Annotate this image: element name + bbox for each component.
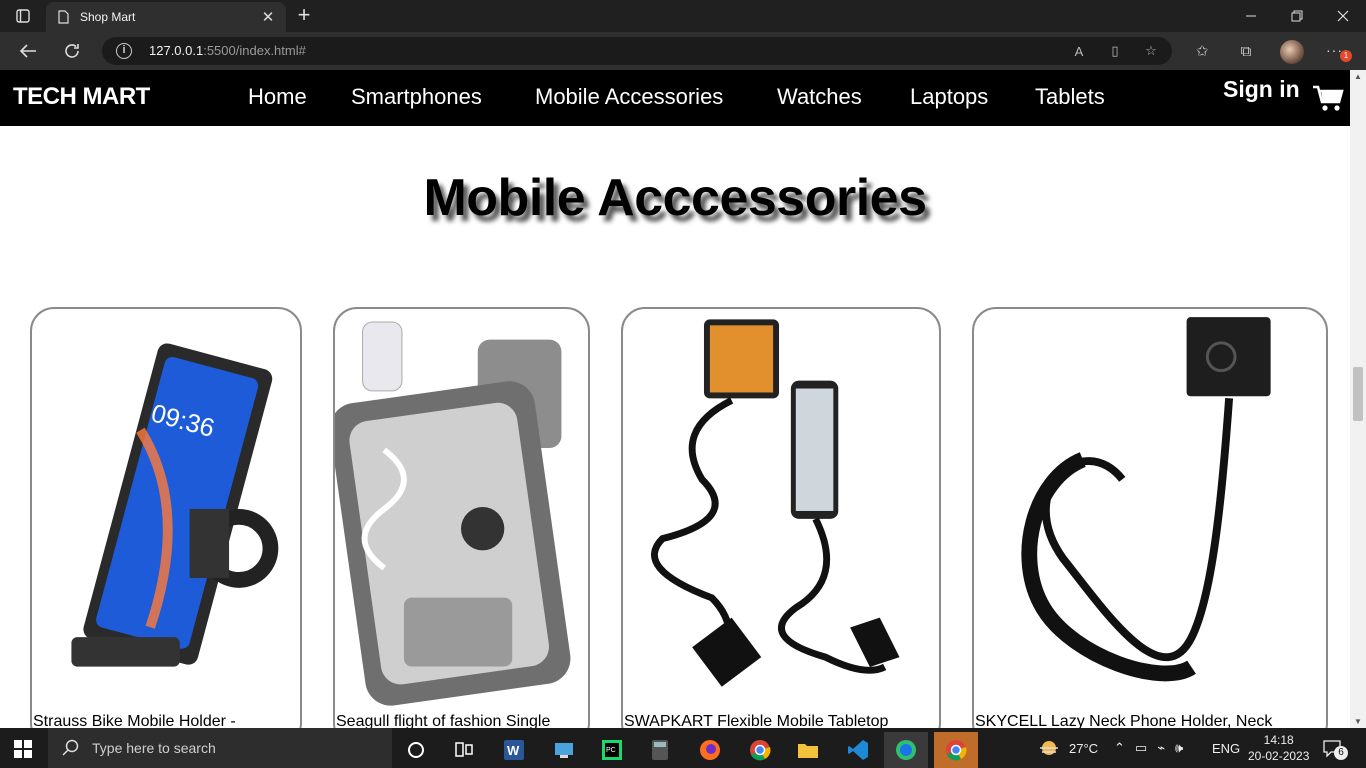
close-tab-icon[interactable]: ✕ <box>260 8 276 26</box>
taskbar-search[interactable]: Type here to search <box>48 728 392 768</box>
refresh-icon[interactable] <box>60 39 84 63</box>
site-logo[interactable]: TECH MART <box>13 83 150 111</box>
browser-tab[interactable]: Shop Mart ✕ <box>46 2 286 32</box>
site-navbar: TECH MART Home Smartphones Mobile Access… <box>0 70 1350 126</box>
collections-icon[interactable]: ⧉ <box>1236 41 1256 61</box>
url-text[interactable]: 127.0.0.1:5500/index.html# <box>149 43 306 58</box>
product-name[interactable]: Strauss Bike Mobile Holder - <box>33 713 236 728</box>
back-icon[interactable] <box>16 39 40 63</box>
nav-mobile-accessories[interactable]: Mobile Accessories <box>535 84 723 110</box>
clock-date: 20-02-2023 <box>1248 749 1310 763</box>
system-tray-icons[interactable]: ⌃ ▭ ⌁ 🕪 <box>1114 728 1183 768</box>
nav-home[interactable]: Home <box>248 84 307 110</box>
favorites-icon[interactable]: ✩ <box>1192 41 1212 61</box>
vscode-icon[interactable] <box>836 732 880 768</box>
product-name[interactable]: Seagull flight of fashion Single <box>336 713 550 728</box>
add-favorite-icon[interactable]: ☆ <box>1142 42 1160 60</box>
product-card[interactable]: SKYCELL Lazy Neck Phone Holder, Neck <box>972 307 1328 728</box>
product-image: 09:36 <box>71 343 279 667</box>
calculator-icon[interactable] <box>638 732 682 768</box>
nav-smartphones[interactable]: Smartphones <box>351 84 482 110</box>
reader-view-icon[interactable]: ▯ <box>1106 42 1124 60</box>
file-explorer-icon[interactable] <box>786 732 830 768</box>
word-icon[interactable]: W <box>492 732 536 768</box>
notification-count: 6 <box>1334 746 1348 760</box>
product-image <box>651 319 900 687</box>
battery-icon[interactable]: ▭ <box>1135 740 1147 756</box>
tab-title: Shop Mart <box>80 10 136 24</box>
product-name[interactable]: SKYCELL Lazy Neck Phone Holder, Neck <box>975 713 1272 728</box>
notification-badge: 1 <box>1340 50 1352 62</box>
firefox-icon[interactable] <box>688 732 732 768</box>
svg-text:W: W <box>507 743 520 758</box>
page-scrollbar[interactable]: ▲ ▼ <box>1350 70 1366 728</box>
chevron-up-icon[interactable]: ⌃ <box>1114 740 1125 756</box>
site-info-icon[interactable]: i <box>116 43 132 59</box>
product-image <box>335 321 571 706</box>
tab-actions-icon[interactable] <box>8 6 38 26</box>
search-placeholder: Type here to search <box>92 740 216 756</box>
svg-text:PC: PC <box>606 747 616 754</box>
page-icon <box>58 10 69 24</box>
url-field[interactable]: i 127.0.0.1:5500/index.html# A ▯ ☆ <box>102 37 1172 65</box>
network-icon[interactable]: ⌁ <box>1157 740 1165 756</box>
page-viewport: TECH MART Home Smartphones Mobile Access… <box>0 70 1350 728</box>
volume-icon[interactable]: 🕪 <box>1175 740 1183 756</box>
scroll-down-icon[interactable]: ▼ <box>1354 717 1362 726</box>
sign-in-link[interactable]: Sign in <box>1223 76 1300 103</box>
product-card[interactable]: 09:36 Strauss Bike Mobile Holder - <box>30 307 302 728</box>
address-toolbar: i 127.0.0.1:5500/index.html# A ▯ ☆ ✩ ⧉ ·… <box>0 32 1366 70</box>
new-tab-icon[interactable]: + <box>292 4 316 26</box>
windows-taskbar: Type here to search W PC 27°C ⌃ ▭ ⌁ 🕪 EN… <box>0 728 1366 768</box>
nav-watches[interactable]: Watches <box>777 84 862 110</box>
chrome-icon[interactable] <box>738 732 782 768</box>
product-image <box>1021 317 1271 682</box>
close-window-icon[interactable] <box>1320 0 1366 32</box>
section-title: Mobile Acccessories <box>423 169 927 227</box>
task-view-icon[interactable] <box>442 732 486 768</box>
weather-icon <box>1040 741 1058 755</box>
restore-icon[interactable] <box>1274 0 1320 32</box>
nav-tablets[interactable]: Tablets <box>1035 84 1105 110</box>
cortana-icon[interactable] <box>394 732 438 768</box>
search-icon <box>62 739 79 756</box>
weather-widget[interactable]: 27°C <box>1038 728 1098 768</box>
browser-tab-bar: Shop Mart ✕ + <box>0 0 1366 32</box>
cart-icon[interactable] <box>1312 84 1344 112</box>
product-card[interactable]: Seagull flight of fashion Single <box>333 307 590 728</box>
scroll-up-icon[interactable]: ▲ <box>1354 72 1362 81</box>
chrome-window-icon[interactable] <box>934 732 978 768</box>
product-card[interactable]: SWAPKART Flexible Mobile Tabletop <box>621 307 941 728</box>
file-transfer-icon[interactable] <box>542 732 586 768</box>
nav-laptops[interactable]: Laptops <box>910 84 988 110</box>
pycharm-icon[interactable]: PC <box>590 732 634 768</box>
language-indicator[interactable]: ENG <box>1212 728 1240 768</box>
clock[interactable]: 14:18 20-02-2023 <box>1248 728 1309 768</box>
read-aloud-icon[interactable]: A <box>1070 42 1088 60</box>
notification-center-icon[interactable]: 6 <box>1322 728 1348 768</box>
profile-avatar[interactable] <box>1280 40 1304 64</box>
temperature: 27°C <box>1069 740 1099 756</box>
windows-start-icon[interactable] <box>14 740 32 758</box>
clock-time: 14:18 <box>1263 733 1294 747</box>
edge-icon[interactable] <box>884 732 928 768</box>
scrollbar-thumb[interactable] <box>1353 367 1363 421</box>
minimize-icon[interactable] <box>1228 0 1274 32</box>
product-name[interactable]: SWAPKART Flexible Mobile Tabletop <box>624 713 888 728</box>
